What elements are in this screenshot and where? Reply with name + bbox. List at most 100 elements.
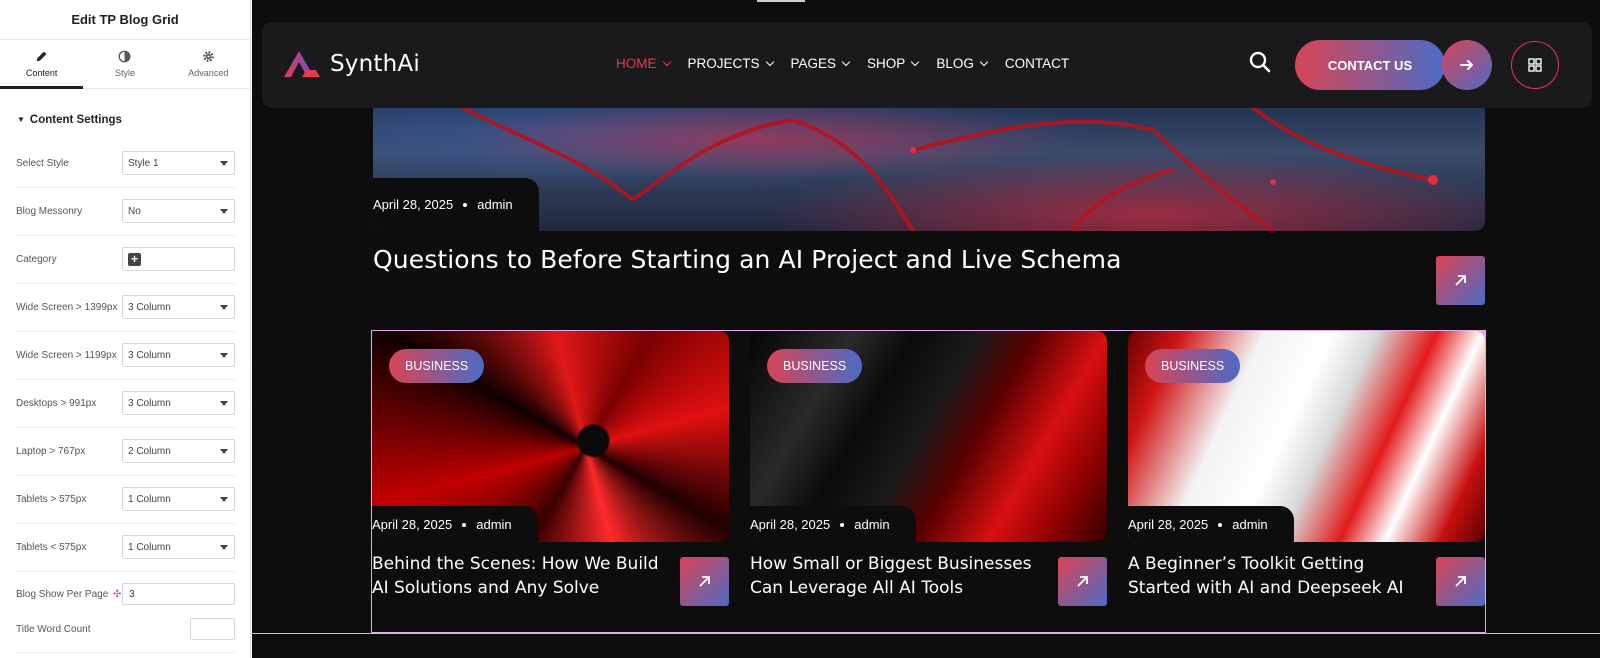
select-value: 3 Column xyxy=(128,301,171,313)
post-author[interactable]: admin xyxy=(476,517,511,532)
arrow-up-right-icon xyxy=(1455,275,1466,286)
arrow-up-right-icon xyxy=(1455,576,1466,587)
control-wide-1199: Wide Screen > 1199px 3 Column xyxy=(16,339,235,371)
blog-card-image[interactable]: BUSINESS April 28, 2025 admin xyxy=(750,331,1107,542)
read-more-button[interactable] xyxy=(680,557,729,606)
search-icon xyxy=(1249,51,1271,73)
blog-card-image[interactable]: BUSINESS April 28, 2025 admin xyxy=(372,331,729,542)
select-value: Style 1 xyxy=(128,157,159,169)
nav-label: HOME xyxy=(616,56,657,71)
blog-card-image[interactable]: BUSINESS April 28, 2025 admin xyxy=(1128,331,1485,542)
control-laptop-767: Laptop > 767px 2 Column xyxy=(16,435,235,467)
site-preview: April 28, 2025 admin SynthAi HOME PROJEC… xyxy=(252,0,1600,658)
control-select-style: Select Style Style 1 xyxy=(16,147,235,179)
plus-icon[interactable]: + xyxy=(128,252,141,266)
select-style-dropdown[interactable]: Style 1 xyxy=(122,151,235,175)
arrow-up-right-icon xyxy=(1077,576,1088,587)
control-tablets-575-up: Tablets > 575px 1 Column xyxy=(16,483,235,515)
pencil-icon xyxy=(36,51,47,62)
blog-card-meta: April 28, 2025 admin xyxy=(1128,506,1294,542)
nav-contact[interactable]: CONTACT xyxy=(1005,56,1069,71)
tab-advanced[interactable]: Advanced xyxy=(167,40,250,88)
title-word-count-input[interactable] xyxy=(190,618,235,640)
blog-card-title[interactable]: Behind the Scenes: How We Build AI Solut… xyxy=(372,552,662,600)
select-value: 2 Column xyxy=(128,445,171,457)
post-date: April 28, 2025 xyxy=(750,517,831,532)
featured-post-title[interactable]: Questions to Before Starting an AI Proje… xyxy=(373,245,1122,274)
site-header: SynthAi HOME PROJECTS PAGES SHOP BLOG CO… xyxy=(262,22,1592,108)
post-date: April 28, 2025 xyxy=(372,517,453,532)
chevron-down-icon xyxy=(841,57,851,66)
control-desktops-991: Desktops > 991px 3 Column xyxy=(16,387,235,419)
post-author[interactable]: admin xyxy=(854,517,889,532)
select-value: 3 Column xyxy=(128,349,171,361)
contrast-icon xyxy=(119,50,131,63)
menu-grid-button[interactable] xyxy=(1511,41,1559,89)
laptop-767-dropdown[interactable]: 2 Column xyxy=(122,439,235,463)
blog-per-page-input[interactable]: 3 xyxy=(121,583,235,605)
divider xyxy=(16,523,235,524)
nav-projects[interactable]: PROJECTS xyxy=(687,56,774,71)
read-more-button[interactable] xyxy=(1436,557,1485,606)
tablets-575-down-dropdown[interactable]: 1 Column xyxy=(122,535,235,559)
category-badge[interactable]: BUSINESS xyxy=(389,349,485,383)
control-wide-1399: Wide Screen > 1399px 3 Column xyxy=(16,291,235,323)
content-settings-section[interactable]: ▼ Content Settings xyxy=(0,89,250,147)
select-value: 1 Column xyxy=(128,493,171,505)
chevron-down-icon xyxy=(979,57,989,66)
nav-shop[interactable]: SHOP xyxy=(867,56,920,71)
nav-blog[interactable]: BLOG xyxy=(936,56,989,71)
nav-label: PROJECTS xyxy=(687,56,760,71)
site-logo[interactable]: SynthAi xyxy=(282,49,420,79)
blog-messonry-dropdown[interactable]: No xyxy=(122,199,235,223)
nav-home[interactable]: HOME xyxy=(616,56,671,71)
dropdown-arrow-icon xyxy=(220,400,228,406)
wide-1399-dropdown[interactable]: 3 Column xyxy=(122,295,235,319)
post-date: April 28, 2025 xyxy=(1128,517,1209,532)
read-more-button[interactable] xyxy=(1058,557,1107,606)
search-button[interactable] xyxy=(1249,51,1271,78)
control-label: Tablets > 575px xyxy=(16,493,87,505)
divider xyxy=(16,187,235,188)
featured-author[interactable]: admin xyxy=(477,197,512,212)
control-label: Title Word Count xyxy=(16,623,91,635)
featured-post-image[interactable]: April 28, 2025 admin xyxy=(373,90,1485,231)
grid-icon xyxy=(1528,58,1542,72)
wide-1199-dropdown[interactable]: 3 Column xyxy=(122,343,235,367)
select-value: No xyxy=(128,205,141,217)
nav-pages[interactable]: PAGES xyxy=(790,56,851,71)
divider xyxy=(16,235,235,236)
category-select[interactable]: + xyxy=(122,247,235,271)
category-badge[interactable]: BUSINESS xyxy=(1145,349,1241,383)
contact-us-button[interactable]: CONTACT US xyxy=(1295,40,1445,90)
contact-arrow-button[interactable] xyxy=(1442,40,1492,90)
desktops-991-dropdown[interactable]: 3 Column xyxy=(122,391,235,415)
dropdown-arrow-icon xyxy=(220,208,228,214)
featured-read-more-button[interactable] xyxy=(1436,256,1485,305)
nav-label: PAGES xyxy=(790,56,837,71)
dynamic-tags-icon[interactable]: ✣ xyxy=(113,589,121,600)
control-label: Laptop > 767px xyxy=(16,445,86,457)
chevron-down-icon xyxy=(911,57,920,66)
divider xyxy=(16,652,235,653)
blog-card-title[interactable]: How Small or Biggest Businesses Can Leve… xyxy=(750,552,1040,600)
tab-content[interactable]: Content xyxy=(0,40,84,89)
editor-panel: Edit TP Blog Grid Content Style Advanced… xyxy=(0,0,251,658)
control-blog-messonry: Blog Messonry No xyxy=(16,195,235,227)
divider xyxy=(16,379,235,380)
featured-date: April 28, 2025 xyxy=(373,197,454,212)
blog-card-meta: April 28, 2025 admin xyxy=(750,506,916,542)
tablets-575-up-dropdown[interactable]: 1 Column xyxy=(122,487,235,511)
nav-label: SHOP xyxy=(867,56,906,71)
dropdown-arrow-icon xyxy=(220,544,228,550)
dropdown-arrow-icon xyxy=(220,304,228,310)
divider xyxy=(16,427,235,428)
meta-dot xyxy=(462,522,467,527)
nav-label: BLOG xyxy=(936,56,974,71)
tab-style[interactable]: Style xyxy=(83,40,166,88)
blog-card-title[interactable]: A Beginner’s Toolkit Getting Started wit… xyxy=(1128,552,1418,600)
control-label: Wide Screen > 1199px xyxy=(16,349,117,361)
post-author[interactable]: admin xyxy=(1232,517,1267,532)
blog-grid-widget[interactable]: BUSINESS April 28, 2025 admin Behind the… xyxy=(371,330,1486,633)
category-badge[interactable]: BUSINESS xyxy=(767,349,863,383)
